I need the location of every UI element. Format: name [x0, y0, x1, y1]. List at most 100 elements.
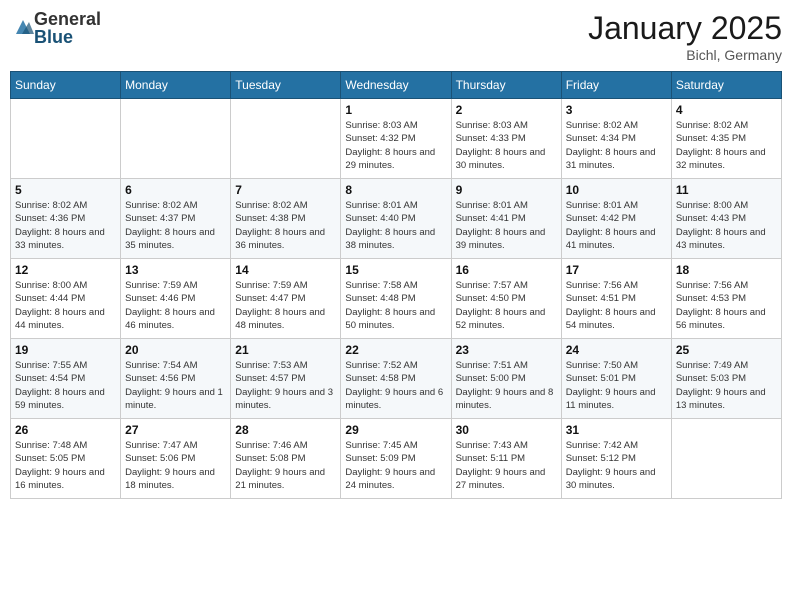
calendar-week-row: 12 Sunrise: 8:00 AM Sunset: 4:44 PM Dayli…: [11, 259, 782, 339]
calendar-cell: 11Sunrise: 8:00 AM Sunset: 4:43 PM Dayli…: [671, 179, 781, 259]
day-info: Sunrise: 8:02 AM Sunset: 4:34 PM Dayligh…: [566, 119, 667, 172]
header: General Blue January 2025 Bichl, Germany: [10, 10, 782, 63]
calendar-cell: 15 Sunrise: 7:58 AM Sunset: 4:48 PM Dayli…: [341, 259, 451, 339]
calendar-cell: 7 Sunrise: 8:02 AM Sunset: 4:38 PM Daylig…: [231, 179, 341, 259]
day-info: Sunrise: 8:03 AM Sunset: 4:32 PM Dayligh…: [345, 119, 446, 172]
day-number: 31: [566, 423, 667, 437]
calendar-cell: 2 Sunrise: 8:03 AM Sunset: 4:33 PM Daylig…: [451, 99, 561, 179]
calendar-cell: 25Sunrise: 7:49 AM Sunset: 5:03 PM Dayli…: [671, 339, 781, 419]
calendar: SundayMondayTuesdayWednesdayThursdayFrid…: [10, 71, 782, 499]
day-info: Sunrise: 8:01 AM Sunset: 4:40 PM Dayligh…: [345, 199, 446, 252]
calendar-cell: 21Sunrise: 7:53 AM Sunset: 4:57 PM Dayli…: [231, 339, 341, 419]
day-number: 6: [125, 183, 226, 197]
day-of-week-header: Saturday: [671, 72, 781, 99]
logo-text: General Blue: [34, 10, 101, 46]
calendar-cell: 27 Sunrise: 7:47 AM Sunset: 5:06 PM Dayli…: [121, 419, 231, 499]
day-number: 24: [566, 343, 667, 357]
day-info: Sunrise: 8:01 AM Sunset: 4:41 PM Dayligh…: [456, 199, 557, 252]
day-of-week-header: Friday: [561, 72, 671, 99]
day-info: Sunrise: 7:57 AM Sunset: 4:50 PM Dayligh…: [456, 279, 557, 332]
logo: General Blue: [10, 10, 101, 46]
day-info: Sunrise: 7:55 AM Sunset: 4:54 PM Dayligh…: [15, 359, 116, 412]
day-info: Sunrise: 7:43 AM Sunset: 5:11 PM Dayligh…: [456, 439, 557, 492]
day-number: 21: [235, 343, 336, 357]
day-info: Sunrise: 8:02 AM Sunset: 4:38 PM Dayligh…: [235, 199, 336, 252]
day-number: 2: [456, 103, 557, 117]
calendar-cell: 8 Sunrise: 8:01 AM Sunset: 4:40 PM Daylig…: [341, 179, 451, 259]
calendar-cell: 5 Sunrise: 8:02 AM Sunset: 4:36 PM Daylig…: [11, 179, 121, 259]
calendar-cell: 22 Sunrise: 7:52 AM Sunset: 4:58 PM Dayli…: [341, 339, 451, 419]
calendar-cell: 26 Sunrise: 7:48 AM Sunset: 5:05 PM Dayli…: [11, 419, 121, 499]
logo-blue: Blue: [34, 28, 101, 46]
day-of-week-header: Thursday: [451, 72, 561, 99]
day-number: 10: [566, 183, 667, 197]
location: Bichl, Germany: [588, 47, 782, 63]
day-number: 27: [125, 423, 226, 437]
day-number: 7: [235, 183, 336, 197]
calendar-cell: 10 Sunrise: 8:01 AM Sunset: 4:42 PM Dayli…: [561, 179, 671, 259]
calendar-cell: 18Sunrise: 7:56 AM Sunset: 4:53 PM Dayli…: [671, 259, 781, 339]
calendar-cell: 13Sunrise: 7:59 AM Sunset: 4:46 PM Dayli…: [121, 259, 231, 339]
day-info: Sunrise: 8:02 AM Sunset: 4:36 PM Dayligh…: [15, 199, 116, 252]
calendar-cell: 19Sunrise: 7:55 AM Sunset: 4:54 PM Dayli…: [11, 339, 121, 419]
day-number: 5: [15, 183, 116, 197]
calendar-cell: 3Sunrise: 8:02 AM Sunset: 4:34 PM Daylig…: [561, 99, 671, 179]
day-number: 13: [125, 263, 226, 277]
calendar-cell: 17 Sunrise: 7:56 AM Sunset: 4:51 PM Dayli…: [561, 259, 671, 339]
day-number: 22: [345, 343, 446, 357]
calendar-cell: 29 Sunrise: 7:45 AM Sunset: 5:09 PM Dayli…: [341, 419, 451, 499]
day-number: 18: [676, 263, 777, 277]
day-number: 17: [566, 263, 667, 277]
calendar-cell: 30 Sunrise: 7:43 AM Sunset: 5:11 PM Dayli…: [451, 419, 561, 499]
day-info: Sunrise: 8:01 AM Sunset: 4:42 PM Dayligh…: [566, 199, 667, 252]
day-info: Sunrise: 7:42 AM Sunset: 5:12 PM Dayligh…: [566, 439, 667, 492]
day-info: Sunrise: 7:48 AM Sunset: 5:05 PM Dayligh…: [15, 439, 116, 492]
calendar-cell: 1 Sunrise: 8:03 AM Sunset: 4:32 PM Daylig…: [341, 99, 451, 179]
calendar-cell: 28Sunrise: 7:46 AM Sunset: 5:08 PM Dayli…: [231, 419, 341, 499]
day-info: Sunrise: 7:49 AM Sunset: 5:03 PM Dayligh…: [676, 359, 777, 412]
calendar-week-row: 5 Sunrise: 8:02 AM Sunset: 4:36 PM Daylig…: [11, 179, 782, 259]
day-info: Sunrise: 7:52 AM Sunset: 4:58 PM Dayligh…: [345, 359, 446, 412]
day-number: 15: [345, 263, 446, 277]
day-number: 1: [345, 103, 446, 117]
day-number: 26: [15, 423, 116, 437]
day-info: Sunrise: 8:03 AM Sunset: 4:33 PM Dayligh…: [456, 119, 557, 172]
day-number: 20: [125, 343, 226, 357]
page: General Blue January 2025 Bichl, Germany…: [0, 0, 792, 612]
calendar-cell: 14Sunrise: 7:59 AM Sunset: 4:47 PM Dayli…: [231, 259, 341, 339]
calendar-cell: 6Sunrise: 8:02 AM Sunset: 4:37 PM Daylig…: [121, 179, 231, 259]
calendar-week-row: 19Sunrise: 7:55 AM Sunset: 4:54 PM Dayli…: [11, 339, 782, 419]
day-number: 29: [345, 423, 446, 437]
day-of-week-header: Tuesday: [231, 72, 341, 99]
day-number: 4: [676, 103, 777, 117]
day-info: Sunrise: 7:54 AM Sunset: 4:56 PM Dayligh…: [125, 359, 226, 412]
day-info: Sunrise: 7:56 AM Sunset: 4:51 PM Dayligh…: [566, 279, 667, 332]
day-info: Sunrise: 7:45 AM Sunset: 5:09 PM Dayligh…: [345, 439, 446, 492]
calendar-cell: 12 Sunrise: 8:00 AM Sunset: 4:44 PM Dayli…: [11, 259, 121, 339]
calendar-cell: [11, 99, 121, 179]
day-info: Sunrise: 7:46 AM Sunset: 5:08 PM Dayligh…: [235, 439, 336, 492]
day-number: 30: [456, 423, 557, 437]
day-number: 8: [345, 183, 446, 197]
day-number: 12: [15, 263, 116, 277]
day-number: 11: [676, 183, 777, 197]
title-block: January 2025 Bichl, Germany: [588, 10, 782, 63]
calendar-cell: 9 Sunrise: 8:01 AM Sunset: 4:41 PM Daylig…: [451, 179, 561, 259]
day-number: 16: [456, 263, 557, 277]
day-info: Sunrise: 8:00 AM Sunset: 4:44 PM Dayligh…: [15, 279, 116, 332]
calendar-cell: [121, 99, 231, 179]
calendar-cell: 24 Sunrise: 7:50 AM Sunset: 5:01 PM Dayli…: [561, 339, 671, 419]
calendar-week-row: 26 Sunrise: 7:48 AM Sunset: 5:05 PM Dayli…: [11, 419, 782, 499]
day-number: 9: [456, 183, 557, 197]
day-info: Sunrise: 7:58 AM Sunset: 4:48 PM Dayligh…: [345, 279, 446, 332]
day-of-week-header: Wednesday: [341, 72, 451, 99]
logo-general: General: [34, 10, 101, 28]
day-of-week-header: Sunday: [11, 72, 121, 99]
day-info: Sunrise: 7:50 AM Sunset: 5:01 PM Dayligh…: [566, 359, 667, 412]
day-info: Sunrise: 7:47 AM Sunset: 5:06 PM Dayligh…: [125, 439, 226, 492]
day-number: 23: [456, 343, 557, 357]
calendar-cell: 31 Sunrise: 7:42 AM Sunset: 5:12 PM Dayli…: [561, 419, 671, 499]
calendar-cell: 23Sunrise: 7:51 AM Sunset: 5:00 PM Dayli…: [451, 339, 561, 419]
day-number: 14: [235, 263, 336, 277]
calendar-cell: [671, 419, 781, 499]
